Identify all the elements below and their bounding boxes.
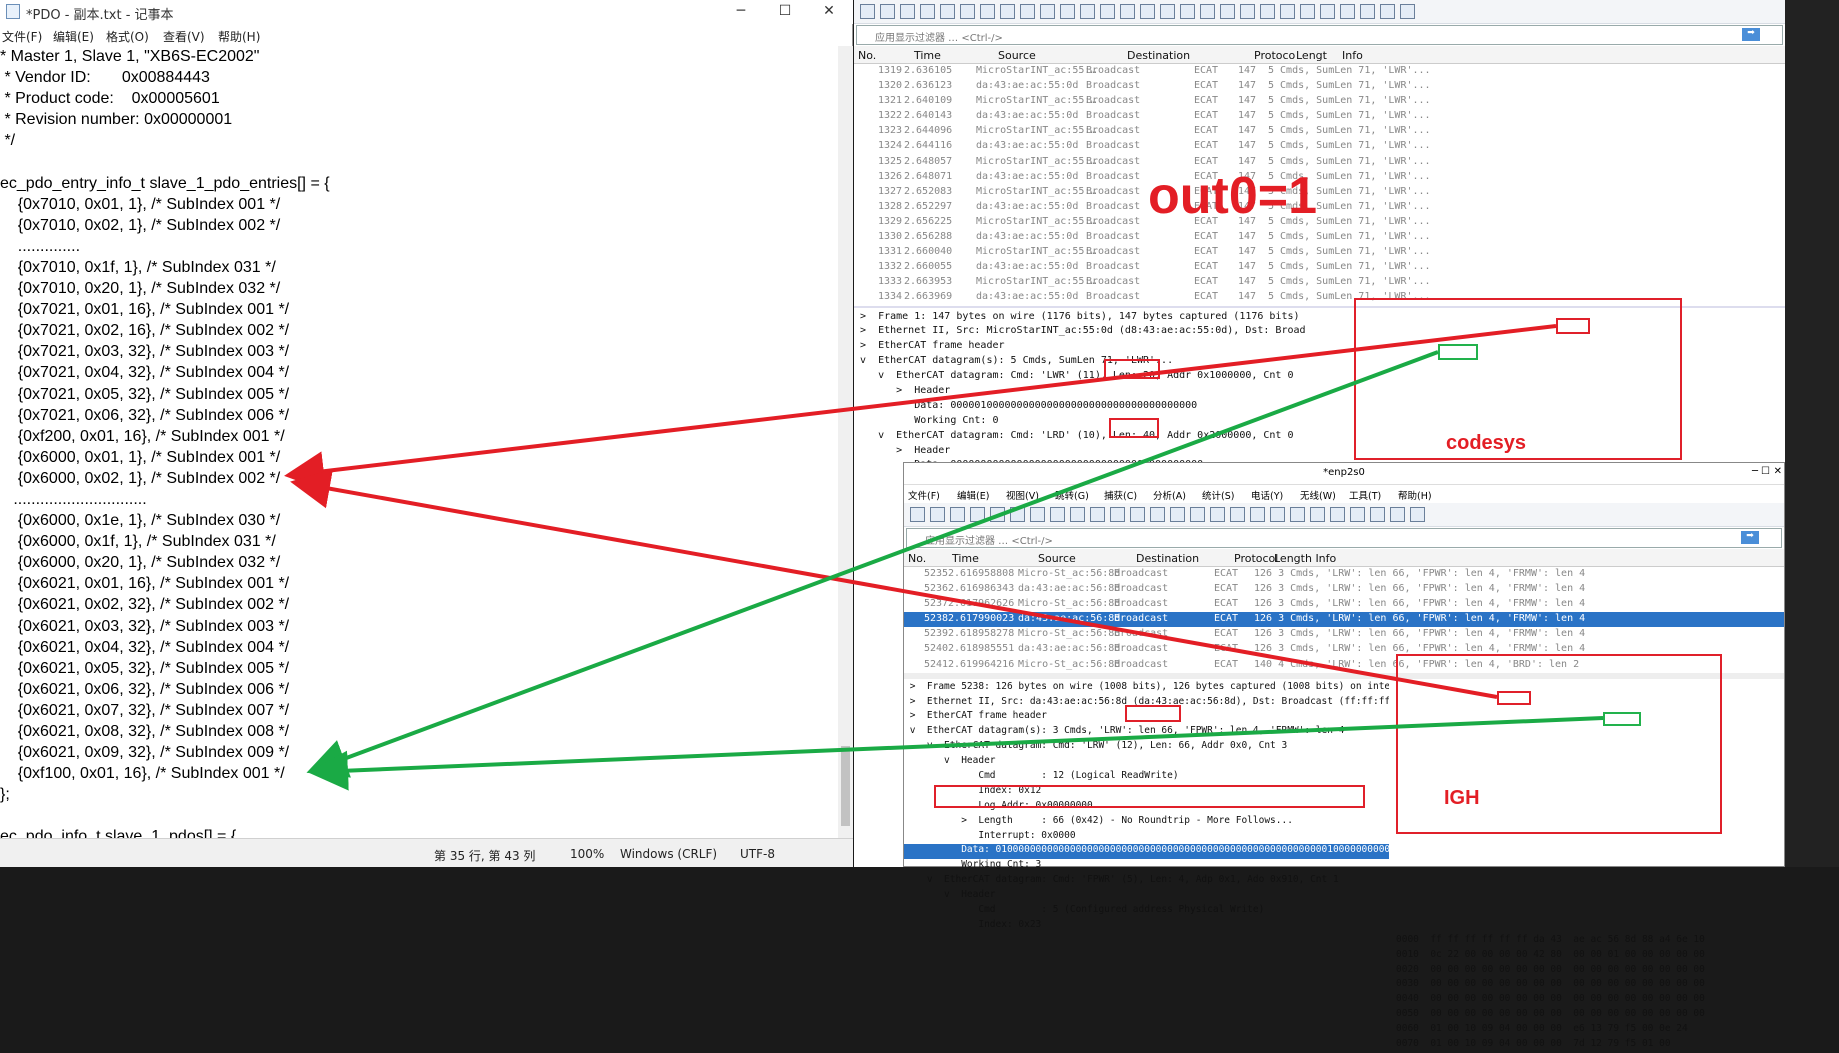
red-arrow-codesys [284, 324, 1557, 492]
hex-line: 0070 01 00 10 09 04 00 00 00 7d 12 79 f5… [1396, 1038, 1671, 1050]
hex-line: 0010 0c 22 00 00 00 00 42 80 00 00 01 00… [1396, 948, 1705, 960]
ws2-packet-bytes: 0000 ff ff ff ff ff ff da 43 ae ac 56 8d… [1396, 933, 1705, 1053]
detail-line: v EtherCAT datagram: Cmd: 'FPWR' (5), Le… [904, 874, 1339, 886]
red-arrow-igh [290, 468, 1498, 699]
annotation-arrows [284, 324, 1604, 791]
hex-line: 0030 00 00 00 00 00 00 00 00 00 00 00 00… [1396, 978, 1705, 990]
hex-line: 0040 00 00 00 00 00 00 00 00 00 00 00 00… [1396, 993, 1705, 1005]
detail-line: v Header [904, 889, 996, 901]
hex-line: 0050 00 00 00 00 00 00 00 00 00 00 00 00… [1396, 1008, 1705, 1020]
detail-line: Index: 0x23 [904, 918, 1042, 930]
green-arrow-igh [308, 716, 1604, 791]
hex-line: 0060 01 00 10 09 04 00 00 00 e6 13 79 f5… [1396, 1023, 1688, 1035]
hex-line: 0000 ff ff ff ff ff ff da 43 ae ac 56 8d… [1396, 933, 1705, 945]
hex-line: 0020 00 00 00 00 00 00 00 00 00 00 00 00… [1396, 963, 1705, 975]
detail-line: Cmd : 5 (Configured address Physical Wri… [904, 904, 1265, 916]
green-arrow-codesys [306, 350, 1439, 778]
